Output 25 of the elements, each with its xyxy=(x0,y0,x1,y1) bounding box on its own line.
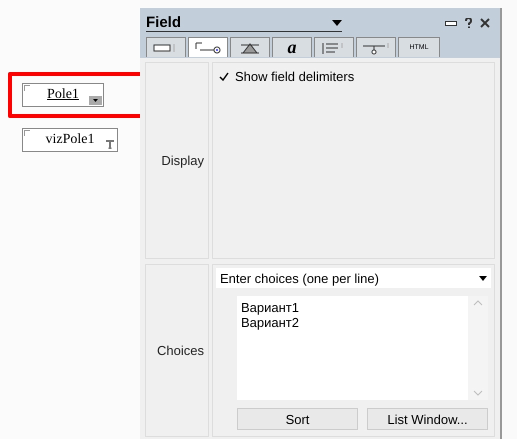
section-label: Display xyxy=(145,62,209,259)
text-field[interactable]: vizPole1 xyxy=(22,128,118,152)
dropdown-field[interactable]: Pole1 xyxy=(22,83,104,107)
tab[interactable] xyxy=(230,37,270,57)
choices-mode-select[interactable]: Enter choices (one per line) xyxy=(216,268,491,288)
field-icon xyxy=(194,40,222,54)
tab[interactable]: a xyxy=(272,37,312,57)
tab[interactable] xyxy=(146,37,186,57)
pin-icon[interactable] xyxy=(445,20,457,26)
checkbox[interactable] xyxy=(219,72,229,82)
colors-icon xyxy=(239,40,261,54)
action-button[interactable]: List Window... xyxy=(367,408,488,430)
help-icon[interactable] xyxy=(465,18,472,28)
close-icon[interactable] xyxy=(480,18,490,28)
action-button[interactable]: Sort xyxy=(237,408,358,430)
tab[interactable] xyxy=(188,37,228,57)
tab[interactable] xyxy=(314,37,354,57)
section-label: Choices xyxy=(145,264,209,437)
dropdown-arrow-icon xyxy=(479,276,487,280)
tab[interactable] xyxy=(356,37,396,57)
dropdown-arrow-icon[interactable] xyxy=(332,20,342,26)
text-type-icon xyxy=(106,140,114,149)
panel-title: Field xyxy=(146,14,182,31)
checkbox-label: Show field delimiters xyxy=(235,69,354,84)
border-icon xyxy=(361,40,391,54)
